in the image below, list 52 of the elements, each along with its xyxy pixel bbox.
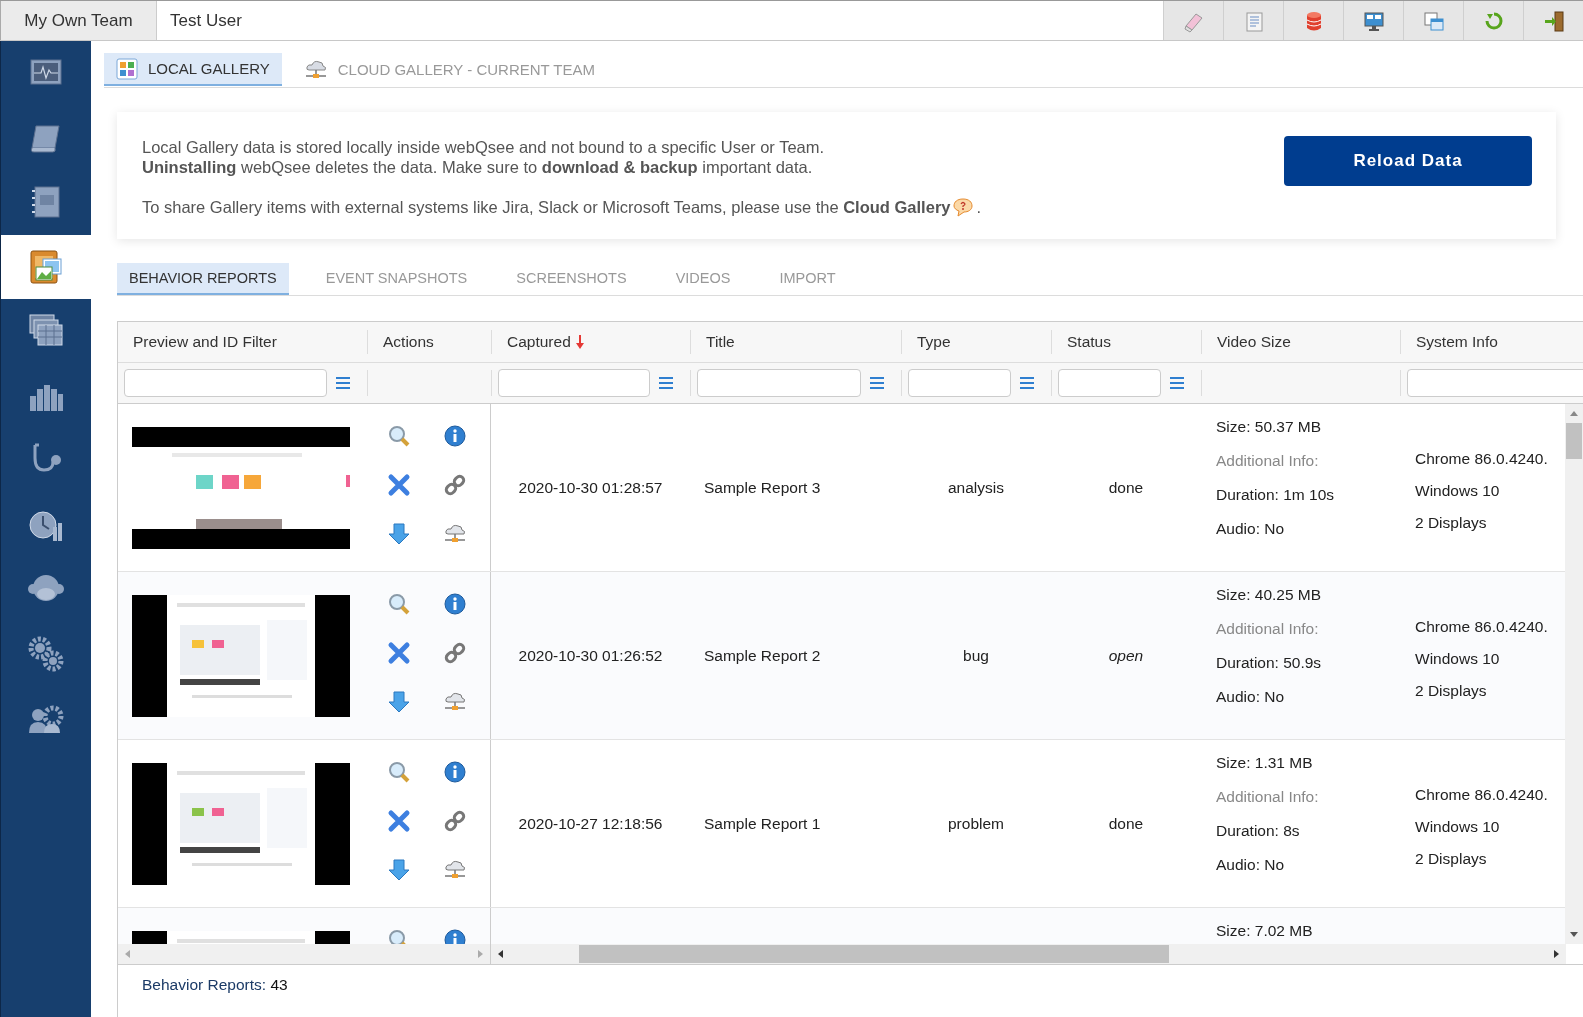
video-audio: Audio: No <box>1216 856 1285 874</box>
report-type: analysis <box>948 478 1004 497</box>
report-title: Sample Report 2 <box>704 646 821 665</box>
video-duration: Duration: 1m 10s <box>1216 486 1335 504</box>
column-header[interactable]: Preview and ID Filter <box>133 333 277 351</box>
column-header[interactable]: Video Size <box>1217 333 1291 351</box>
system-info: Chrome 86.0.4240. <box>1415 450 1548 468</box>
info-text: Local Gallery data is stored locally inside webQsee and not bound to a specific User or Team. <box>142 137 826 157</box>
reload-data-button[interactable]: Reload Data <box>1284 136 1532 186</box>
column-header[interactable]: Title <box>706 333 735 351</box>
team-tab[interactable]: My Own Team <box>0 1 157 40</box>
system-info: Windows 10 <box>1415 482 1500 500</box>
system-info: Windows 10 <box>1415 650 1500 668</box>
captured-date: 2020-10-30 01:28:57 <box>518 478 663 497</box>
column-header[interactable]: Status <box>1067 333 1111 351</box>
system-info: 2 Displays <box>1415 850 1487 868</box>
video-duration: Duration: 50.9s <box>1216 654 1322 672</box>
column-header[interactable]: System Info <box>1416 333 1498 351</box>
video-size: Size: 1.31 MB <box>1216 754 1313 772</box>
gallery-tab[interactable]: LOCAL GALLERY <box>104 53 282 86</box>
video-audio: Audio: No <box>1216 688 1285 706</box>
column-header[interactable]: Actions <box>383 333 434 351</box>
report-title: Sample Report 3 <box>704 478 821 497</box>
additional-info-label: Additional Info: <box>1216 452 1319 470</box>
system-info: 2 Displays <box>1415 514 1487 532</box>
report-status: done <box>1108 478 1144 497</box>
report-count: Behavior Reports: 43 <box>142 976 288 994</box>
system-info: 2 Displays <box>1415 682 1487 700</box>
captured-date: 2020-10-30 01:26:52 <box>518 646 663 665</box>
info-text: To share Gallery items with external systems like Jira, Slack or Microsoft Teams, please use the Cloud Gallery <box>142 197 951 217</box>
report-type: bug <box>963 646 989 665</box>
video-size: Size: 40.25 MB <box>1216 586 1322 604</box>
column-header[interactable]: Type <box>917 333 951 351</box>
video-audio: Audio: No <box>1216 520 1285 538</box>
column-header[interactable]: Captured <box>507 333 571 351</box>
report-status: done <box>1108 814 1144 833</box>
additional-info-label: Additional Info: <box>1216 620 1319 638</box>
video-size: Size: 50.37 MB <box>1216 418 1322 436</box>
system-info: Chrome 86.0.4240. <box>1415 786 1548 804</box>
info-text: Uninstalling webQsee deletes the data. Make sure to download & backup important data. <box>142 157 814 177</box>
report-type: problem <box>948 814 1004 833</box>
video-size: Size: 7.02 MB <box>1216 922 1313 940</box>
captured-date: 2020-10-27 12:18:56 <box>518 814 663 833</box>
report-title: Sample Report 1 <box>704 814 821 833</box>
system-info: Windows 10 <box>1415 818 1500 836</box>
additional-info-label: Additional Info: <box>1216 788 1319 806</box>
section-tab[interactable]: BEHAVIOR REPORTS <box>117 263 289 295</box>
punctuation: . <box>976 197 982 217</box>
report-status: open <box>1108 646 1144 665</box>
user-name: Test User <box>169 9 243 32</box>
video-duration: Duration: 8s <box>1216 822 1300 840</box>
system-info: Chrome 86.0.4240. <box>1415 618 1548 636</box>
